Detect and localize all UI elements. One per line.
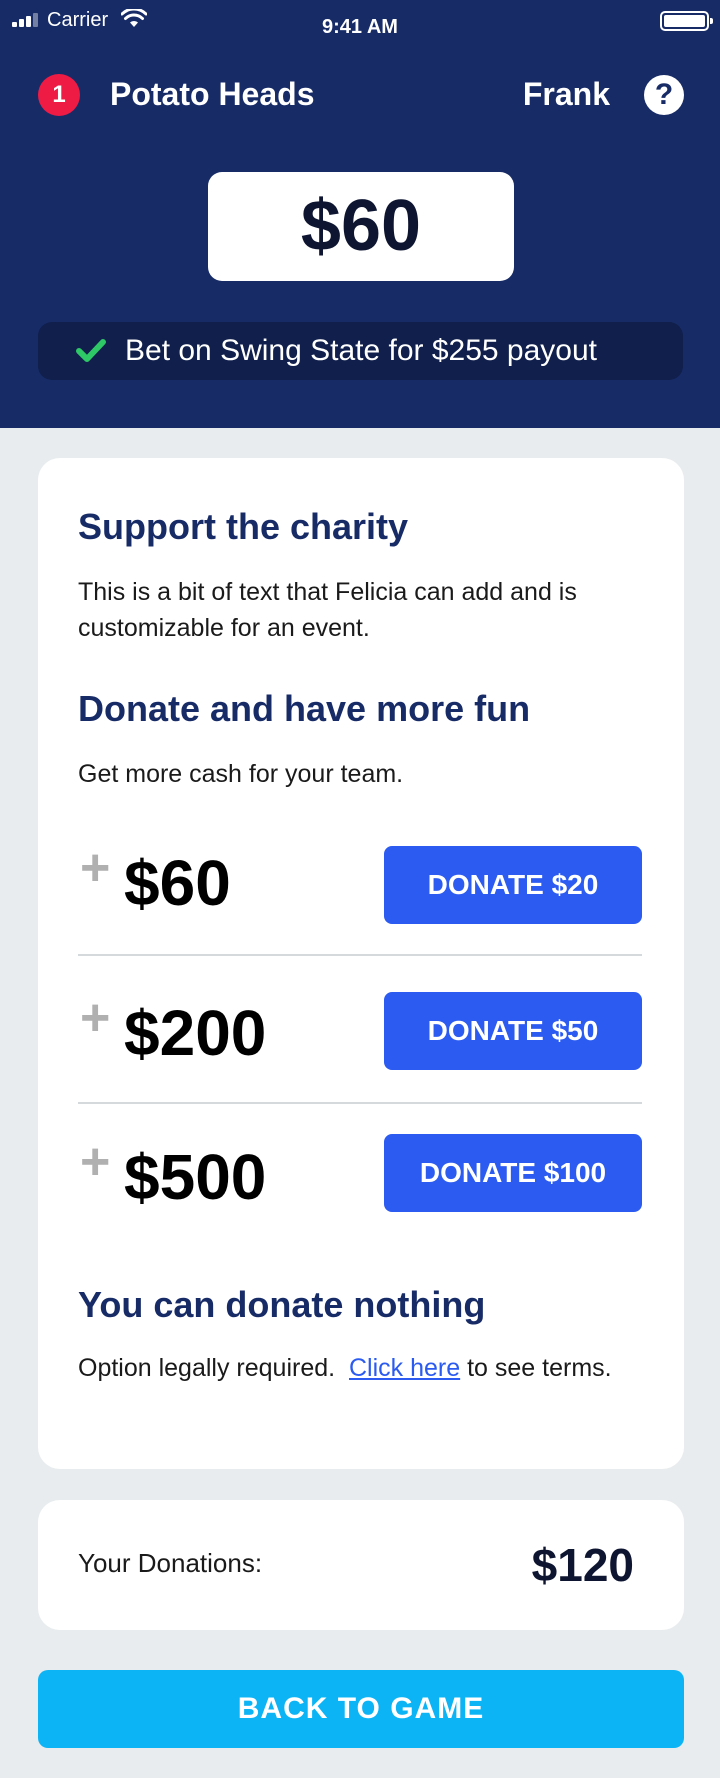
terms-link[interactable]: Click here (349, 1354, 460, 1382)
charity-description: This is a bit of text that Felicia can a… (78, 578, 577, 642)
plus-icon: + (80, 1133, 111, 1191)
clock: 9:41 AM (322, 16, 398, 38)
back-to-game-button[interactable]: BACK TO GAME (38, 1670, 684, 1748)
donate-nothing-title: You can donate nothing (78, 1284, 486, 1325)
balance-display: $60 (208, 172, 514, 281)
check-icon (76, 339, 106, 362)
user-name[interactable]: Frank (523, 76, 610, 113)
donate-20-button[interactable]: DONATE $20 (384, 846, 642, 924)
charity-title: Support the charity (78, 506, 409, 547)
donation-option: + $200 DONATE $50 (78, 958, 642, 1104)
notification-badge[interactable]: 1 (38, 74, 80, 116)
legal-text: Option legally required. (78, 1354, 336, 1382)
plus-icon: + (80, 839, 111, 897)
legal-text-suffix: to see terms. (467, 1354, 612, 1382)
donations-label: Your Donations: (78, 1548, 263, 1578)
donate-100-button[interactable]: DONATE $100 (384, 1134, 642, 1212)
help-icon[interactable]: ? (644, 75, 684, 115)
donation-amount: $200 (124, 997, 267, 1069)
donate-nothing-text: Option legally required. Click here to s… (78, 1350, 648, 1386)
donations-summary: Your Donations: $120 (38, 1500, 684, 1630)
battery-icon (660, 11, 713, 31)
donation-amount: $60 (124, 847, 231, 919)
donation-option: + $500 DONATE $100 (78, 1106, 642, 1252)
bet-message: Bet on Swing State for $255 payout (125, 334, 597, 367)
donation-amount: $500 (124, 1141, 267, 1213)
status-bar: Carrier 9:41 AM (0, 0, 720, 44)
donate-title: Donate and have more fun (78, 688, 531, 729)
header: Carrier 9:41 AM 1 Potato Heads Frank ? $… (0, 0, 720, 428)
plus-icon: + (80, 989, 111, 1047)
team-name: Potato Heads (110, 76, 315, 112)
charity-card: Support the charity This is a bit of tex… (38, 458, 684, 1469)
bet-banner: Bet on Swing State for $255 payout (38, 322, 683, 380)
donate-subtitle: Get more cash for your team. (78, 760, 404, 788)
donation-option: + $60 DONATE $20 (78, 810, 642, 956)
donations-value: $120 (531, 1539, 634, 1591)
donate-50-button[interactable]: DONATE $50 (384, 992, 642, 1070)
